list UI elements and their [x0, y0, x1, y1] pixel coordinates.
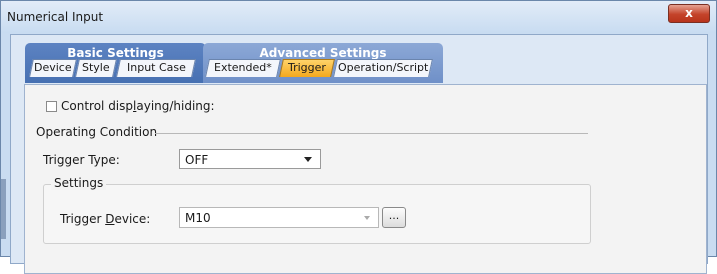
numerical-input-dialog: Numerical Input x Basic Settings Advance… [0, 0, 717, 274]
tab-trigger[interactable]: Trigger [279, 59, 335, 77]
tab-style[interactable]: Style [75, 59, 117, 77]
browse-device-button[interactable]: ... [382, 207, 406, 228]
trigger-type-select[interactable]: OFF [179, 149, 321, 169]
basic-settings-label: Basic Settings [67, 46, 164, 60]
window-title: Numerical Input [7, 10, 104, 24]
advanced-settings-label: Advanced Settings [259, 46, 387, 60]
settings-group-label: Settings [51, 176, 107, 190]
control-display-label[interactable]: Control displaying/hiding: [61, 99, 215, 113]
left-edge-strip [1, 179, 6, 239]
close-icon: x [685, 6, 693, 20]
operating-condition-label: Operating Condition [36, 125, 158, 139]
trigger-settings-panel: Control displaying/hiding: Operating Con… [24, 84, 707, 274]
tab-extended[interactable]: Extended* [205, 59, 281, 77]
tab-operation-script[interactable]: Operation/Script [333, 59, 433, 77]
trigger-type-label: Trigger Type: [43, 153, 120, 167]
ellipsis-icon: ... [388, 209, 400, 222]
tab-device[interactable]: Device [29, 59, 77, 77]
tab-input-case[interactable]: Input Case [116, 59, 196, 77]
dialog-body: Basic Settings Advanced Settings Device … [10, 34, 708, 274]
trigger-device-value: M10 [185, 211, 211, 225]
trigger-type-value: OFF [185, 153, 209, 167]
chevron-down-icon [364, 216, 370, 220]
close-button[interactable]: x [668, 4, 710, 23]
trigger-device-label: Trigger Device: [60, 212, 151, 226]
trigger-device-input[interactable]: M10 [179, 207, 379, 228]
section-divider [155, 133, 588, 134]
title-bar[interactable]: Numerical Input x [1, 1, 716, 33]
control-display-checkbox[interactable] [46, 101, 57, 112]
chevron-down-icon [304, 157, 312, 162]
